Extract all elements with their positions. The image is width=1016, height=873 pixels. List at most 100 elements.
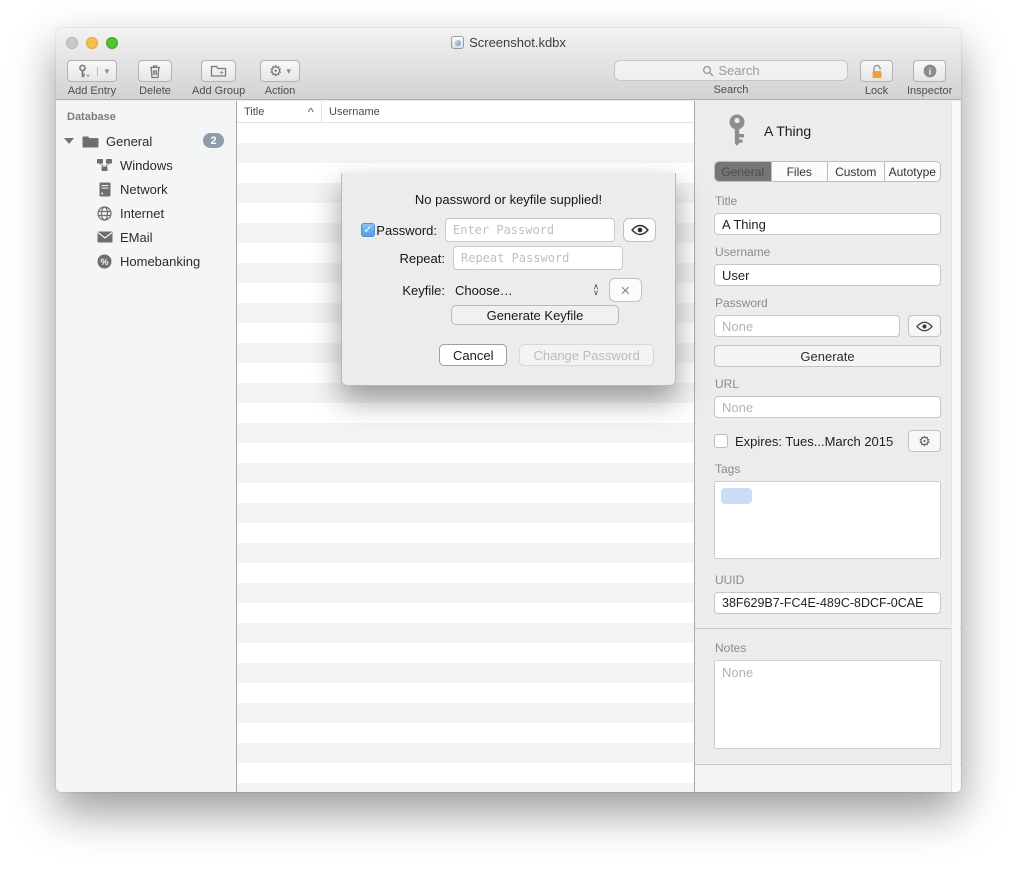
info-icon: i bbox=[923, 64, 937, 78]
sidebar-item-homebanking[interactable]: % Homebanking bbox=[56, 249, 236, 273]
table-header: Title ^ Username bbox=[237, 101, 694, 123]
uuid-field[interactable] bbox=[714, 592, 941, 614]
title-field[interactable] bbox=[714, 213, 941, 235]
clear-keyfile-button[interactable]: × bbox=[609, 278, 642, 302]
search-icon bbox=[702, 65, 714, 77]
reveal-password-button[interactable] bbox=[908, 315, 941, 337]
folder-plus-icon: + bbox=[210, 64, 227, 78]
svg-text:+: + bbox=[86, 73, 90, 79]
entry-count-badge: 2 bbox=[203, 133, 224, 148]
windows-network-icon bbox=[96, 157, 113, 174]
action-button[interactable]: ⚙ ▾ bbox=[260, 60, 300, 82]
content-area: Database General 2 Windows bbox=[56, 101, 961, 792]
action-label: Action bbox=[265, 85, 296, 97]
notes-field[interactable] bbox=[714, 660, 941, 749]
sidebar: Database General 2 Windows bbox=[56, 101, 237, 792]
notes-field-label: Notes bbox=[715, 641, 941, 655]
sidebar-item-label: Network bbox=[120, 182, 168, 197]
cancel-button[interactable]: Cancel bbox=[439, 344, 507, 366]
tag-token[interactable] bbox=[721, 488, 752, 504]
add-entry-label: Add Entry bbox=[68, 85, 116, 97]
document-icon bbox=[451, 36, 464, 49]
toolbar: + ▼ Add Entry Delete bbox=[56, 58, 961, 100]
inspector-footer bbox=[695, 764, 961, 792]
sidebar-item-label: Windows bbox=[120, 158, 173, 173]
password-enabled-checkbox[interactable]: ✓ bbox=[361, 223, 375, 237]
svg-text:%: % bbox=[100, 256, 108, 266]
tags-field[interactable] bbox=[714, 481, 941, 559]
sidebar-item-email[interactable]: EMail bbox=[56, 225, 236, 249]
window-title: Screenshot.kdbx bbox=[56, 35, 961, 50]
sidebar-item-general[interactable]: General 2 bbox=[56, 129, 236, 153]
tab-custom[interactable]: Custom bbox=[828, 162, 885, 181]
expires-checkbox[interactable] bbox=[714, 434, 728, 448]
dialog-repeat-input[interactable] bbox=[453, 246, 623, 270]
chevron-down-icon: ▾ bbox=[286, 66, 291, 77]
delete-label: Delete bbox=[139, 85, 171, 97]
title-field-label: Title bbox=[715, 194, 941, 208]
add-entry-button[interactable]: + ▼ bbox=[67, 60, 117, 82]
add-group-button[interactable]: + bbox=[201, 60, 236, 82]
generate-password-button[interactable]: Generate bbox=[714, 345, 941, 367]
sidebar-item-network[interactable]: Network bbox=[56, 177, 236, 201]
sidebar-section-header: Database bbox=[56, 109, 236, 129]
entry-title: A Thing bbox=[764, 123, 811, 139]
add-group-label: Add Group bbox=[192, 85, 245, 97]
close-x-icon: × bbox=[620, 282, 630, 299]
dialog-reveal-password-button[interactable] bbox=[623, 218, 656, 242]
tags-field-label: Tags bbox=[715, 462, 941, 476]
gear-icon: ⚙ bbox=[918, 434, 931, 448]
dialog-password-label: Password: bbox=[375, 223, 437, 238]
change-password-dialog: No password or keyfile supplied! ✓ Passw… bbox=[341, 173, 676, 386]
lock-label: Lock bbox=[865, 85, 888, 97]
password-field[interactable] bbox=[714, 315, 900, 337]
keyfile-dropdown[interactable]: Choose… bbox=[455, 283, 593, 298]
tab-files[interactable]: Files bbox=[772, 162, 829, 181]
trash-icon bbox=[148, 64, 162, 79]
inspector-panel: A Thing General Files Custom Autotype Ti… bbox=[695, 101, 961, 792]
sidebar-item-label: Internet bbox=[120, 206, 164, 221]
dialog-message: No password or keyfile supplied! bbox=[342, 192, 675, 207]
add-entry-dropdown-icon[interactable]: ▼ bbox=[97, 67, 116, 76]
inspector-scrollbar[interactable] bbox=[951, 101, 960, 792]
sort-ascending-icon: ^ bbox=[308, 107, 314, 117]
window-chrome: Screenshot.kdbx + ▼ Add Entry bbox=[56, 28, 961, 100]
sidebar-item-windows[interactable]: Windows bbox=[56, 153, 236, 177]
dialog-keyfile-label: Keyfile: bbox=[361, 283, 445, 298]
search-input[interactable]: Search bbox=[614, 60, 848, 81]
svg-text:+: + bbox=[219, 68, 224, 77]
url-field[interactable] bbox=[714, 396, 941, 418]
server-icon bbox=[96, 181, 113, 198]
sidebar-item-label: Homebanking bbox=[120, 254, 200, 269]
search-label: Search bbox=[714, 84, 749, 96]
lock-open-icon bbox=[870, 64, 884, 79]
lock-button[interactable] bbox=[860, 60, 893, 82]
entry-header: A Thing bbox=[726, 113, 941, 149]
change-password-button[interactable]: Change Password bbox=[519, 344, 653, 366]
eye-icon bbox=[631, 224, 649, 236]
column-header-username[interactable]: Username bbox=[322, 101, 387, 122]
disclosure-triangle-icon[interactable] bbox=[64, 138, 74, 144]
delete-button[interactable] bbox=[138, 60, 172, 82]
dialog-repeat-label: Repeat: bbox=[361, 251, 445, 266]
stepper-icon[interactable]: ∧∨ bbox=[593, 284, 599, 296]
tab-general[interactable]: General bbox=[715, 162, 772, 181]
expires-settings-button[interactable]: ⚙ bbox=[908, 430, 941, 452]
tab-autotype[interactable]: Autotype bbox=[885, 162, 941, 181]
dialog-password-input[interactable] bbox=[445, 218, 615, 242]
gear-icon: ⚙ bbox=[269, 64, 282, 79]
password-field-label: Password bbox=[715, 296, 941, 310]
generate-keyfile-button[interactable]: Generate Keyfile bbox=[451, 305, 619, 325]
key-icon bbox=[726, 114, 748, 148]
column-header-title[interactable]: Title ^ bbox=[237, 101, 322, 122]
sidebar-item-label: EMail bbox=[120, 230, 153, 245]
username-field-label: Username bbox=[715, 245, 941, 259]
uuid-field-label: UUID bbox=[715, 573, 941, 587]
username-field[interactable] bbox=[714, 264, 941, 286]
inspector-label: Inspector bbox=[907, 85, 952, 97]
sidebar-item-internet[interactable]: Internet bbox=[56, 201, 236, 225]
inspector-button[interactable]: i bbox=[913, 60, 946, 82]
envelope-icon bbox=[96, 229, 113, 246]
inspector-tabs: General Files Custom Autotype bbox=[714, 161, 941, 182]
globe-icon bbox=[96, 205, 113, 222]
